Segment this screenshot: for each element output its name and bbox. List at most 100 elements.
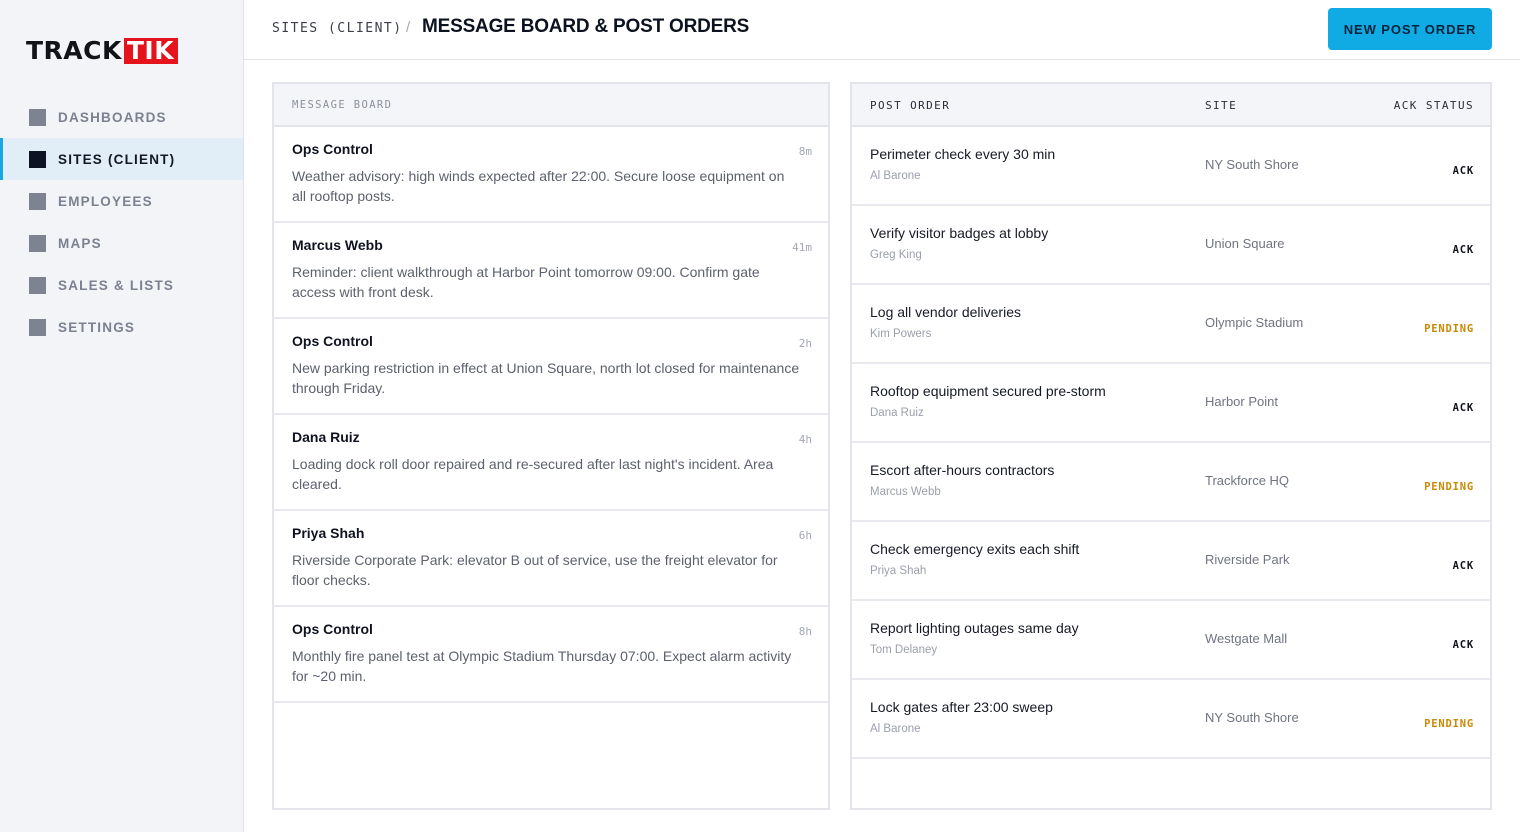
sidebar-item-dashboards[interactable]: DASHBOARDS <box>0 96 243 138</box>
sidebar-item-employees[interactable]: EMPLOYEES <box>0 180 243 222</box>
post-order-assignee: Priya Shah <box>870 565 927 577</box>
post-order-site: Trackforce HQ <box>1205 473 1290 488</box>
message-text: Weather advisory: high winds expected af… <box>292 168 785 204</box>
post-order-assignee: Al Barone <box>870 723 921 735</box>
settings-icon <box>29 318 46 336</box>
post-order-title: Report lighting outages same day <box>870 620 1079 636</box>
ack-status-badge: PENDING <box>1424 718 1474 730</box>
post-order-row[interactable]: Report lighting outages same day Tom Dela… <box>852 601 1490 680</box>
message-time: 6h <box>798 529 812 542</box>
message-board-heading: MESSAGE BOARD <box>292 98 393 111</box>
post-order-row[interactable]: Perimeter check every 30 min Al Barone NY … <box>852 127 1490 206</box>
message-time: 8h <box>798 625 812 638</box>
sidebar-item-sites-client[interactable]: SITES (CLIENT) <box>0 138 243 180</box>
breadcrumb[interactable]: SITES (CLIENT) <box>272 21 403 36</box>
post-order-row[interactable]: Log all vendor deliveries Kim Powers Olymp… <box>852 285 1490 364</box>
new-post-order-button[interactable]: NEW POST ORDER <box>1328 8 1492 50</box>
post-order-row[interactable]: Verify visitor badges at lobby Greg King U… <box>852 206 1490 285</box>
message-author: Ops Control <box>292 621 373 637</box>
post-order-row[interactable]: Escort after-hours contractors Marcus Web… <box>852 443 1490 522</box>
post-order-row[interactable]: Rooftop equipment secured pre-storm Dana … <box>852 364 1490 443</box>
post-order-site: NY South Shore <box>1205 710 1299 725</box>
message-time: 2h <box>798 337 812 350</box>
message-item[interactable]: Priya Shah 6h Riverside Corporate Park: el… <box>274 511 828 607</box>
breadcrumb-separator: / <box>406 19 411 36</box>
ack-status-badge: ACK <box>1452 639 1474 651</box>
post-order-assignee: Dana Ruiz <box>870 407 924 419</box>
dashboards-icon <box>29 108 46 126</box>
logo-track-text: TRACK <box>26 36 122 65</box>
post-order-assignee: Marcus Webb <box>870 486 941 498</box>
message-text: New parking restriction in effect at Uni… <box>292 360 800 396</box>
ack-status-badge: PENDING <box>1424 481 1474 493</box>
post-order-assignee: Greg King <box>870 249 922 261</box>
message-item[interactable]: Ops Control 8h Monthly fire panel test at … <box>274 607 828 703</box>
post-order-title: Log all vendor deliveries <box>870 304 1021 320</box>
post-order-row[interactable]: Lock gates after 23:00 sweep Al Barone NY … <box>852 680 1490 759</box>
employees-icon <box>29 192 46 210</box>
post-order-title: Rooftop equipment secured pre-storm <box>870 383 1106 399</box>
message-list: Ops Control 8m Weather advisory: high wind… <box>274 127 828 703</box>
message-item[interactable]: Ops Control 2h New parking restriction in … <box>274 319 828 415</box>
post-orders-list: Perimeter check every 30 min Al Barone NY … <box>852 127 1490 759</box>
post-order-site: Olympic Stadium <box>1205 315 1304 330</box>
tracktik-logo[interactable]: TRACK TIK <box>26 36 179 65</box>
sidebar-item-label: SALES & LISTS <box>58 277 175 293</box>
message-board-header: MESSAGE BOARD <box>274 84 828 127</box>
sales-lists-icon <box>29 276 46 294</box>
message-author: Dana Ruiz <box>292 429 360 445</box>
post-order-title: Lock gates after 23:00 sweep <box>870 699 1053 715</box>
sidebar-item-label: EMPLOYEES <box>58 193 153 209</box>
post-order-assignee: Tom Delaney <box>870 644 938 656</box>
message-author: Priya Shah <box>292 525 365 541</box>
message-item[interactable]: Dana Ruiz 4h Loading dock roll door repair… <box>274 415 828 511</box>
message-item[interactable]: Ops Control 8m Weather advisory: high wind… <box>274 127 828 223</box>
post-order-assignee: Kim Powers <box>870 328 932 340</box>
post-order-title: Verify visitor badges at lobby <box>870 225 1049 241</box>
post-order-assignee: Al Barone <box>870 170 921 182</box>
message-board-panel: MESSAGE BOARD Ops Control 8m Weather advis… <box>272 82 830 810</box>
message-author: Ops Control <box>292 141 373 157</box>
maps-icon <box>29 234 46 252</box>
sidebar-item-sales-lists[interactable]: SALES & LISTS <box>0 264 243 306</box>
post-order-row[interactable]: Check emergency exits each shift Priya Sh… <box>852 522 1490 601</box>
post-order-site: Union Square <box>1205 236 1285 251</box>
logo-tik-text: TIK <box>123 38 179 64</box>
message-author: Ops Control <box>292 333 373 349</box>
post-order-title: Perimeter check every 30 min <box>870 146 1056 162</box>
sidebar-item-label: SETTINGS <box>58 319 136 335</box>
sidebar-item-settings[interactable]: SETTINGS <box>0 306 243 348</box>
page-header: SITES (CLIENT) / MESSAGE BOARD & POST OR… <box>244 0 1520 60</box>
post-order-site: Westgate Mall <box>1205 631 1288 646</box>
post-orders-panel: POST ORDER SITE ACK STATUS Perimeter che… <box>850 82 1492 810</box>
column-header-site[interactable]: SITE <box>1205 99 1237 112</box>
message-time: 41m <box>792 241 812 254</box>
post-order-title: Escort after-hours contractors <box>870 462 1055 478</box>
post-order-site: Harbor Point <box>1205 394 1278 409</box>
ack-status-badge: ACK <box>1452 402 1474 414</box>
sidebar-item-maps[interactable]: MAPS <box>0 222 243 264</box>
ack-status-badge: ACK <box>1452 244 1474 256</box>
message-text: Reminder: client walkthrough at Harbor P… <box>292 264 760 300</box>
page-title: MESSAGE BOARD & POST ORDERS <box>422 16 750 37</box>
message-item[interactable]: Marcus Webb 41m Reminder: client walkthrou… <box>274 223 828 319</box>
post-order-site: Riverside Park <box>1205 552 1290 567</box>
post-order-title: Check emergency exits each shift <box>870 541 1080 557</box>
message-text: Loading dock roll door repaired and re-s… <box>292 456 774 492</box>
message-text: Riverside Corporate Park: elevator B out… <box>292 552 778 588</box>
sidebar-item-label: SITES (CLIENT) <box>58 151 176 167</box>
main-nav: DASHBOARDS SITES (CLIENT) EMPLOYEES MAPS… <box>0 96 243 348</box>
sidebar-item-label: MAPS <box>58 235 102 251</box>
post-orders-table-header: POST ORDER SITE ACK STATUS <box>852 84 1490 127</box>
sidebar-item-label: DASHBOARDS <box>58 109 167 125</box>
message-text: Monthly fire panel test at Olympic Stadi… <box>292 648 792 684</box>
message-time: 8m <box>798 145 812 158</box>
message-author: Marcus Webb <box>292 237 383 253</box>
column-header-ack-status[interactable]: ACK STATUS <box>1394 99 1474 112</box>
message-time: 4h <box>798 433 812 446</box>
sidebar: TRACK TIK DASHBOARDS SITES (CLIENT) EMPL… <box>0 0 244 832</box>
column-header-post-order[interactable]: POST ORDER <box>870 99 950 112</box>
ack-status-badge: ACK <box>1452 165 1474 177</box>
sites-icon <box>29 150 46 168</box>
ack-status-badge: PENDING <box>1424 323 1474 335</box>
